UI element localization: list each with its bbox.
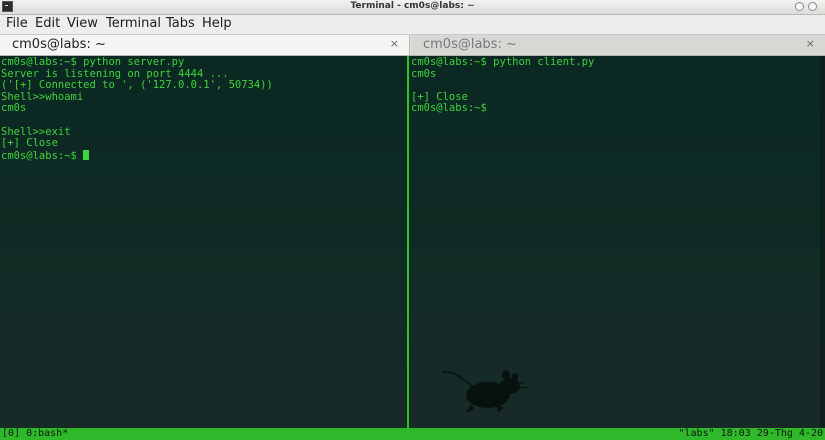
tab-label: cm0s@labs: ~ bbox=[423, 37, 517, 52]
terminal-pane-left[interactable]: cm0s@labs:~$ python server.py Server is … bbox=[0, 56, 407, 428]
xfce-mouse-logo-icon bbox=[441, 370, 528, 412]
tab-label: cm0s@labs: ~ bbox=[12, 37, 106, 52]
tabbar: cm0s@labs: ~ × cm0s@labs: ~ × bbox=[0, 35, 825, 56]
prompt-text: cm0s@labs:~$ bbox=[1, 149, 84, 162]
window-titlebar: Terminal - cm0s@labs: ~ bbox=[0, 0, 825, 15]
tab-left-terminal[interactable]: cm0s@labs: ~ × bbox=[0, 35, 410, 55]
menu-edit[interactable]: Edit bbox=[35, 16, 60, 31]
terminal-line: cm0s@labs:~$ python client.py bbox=[411, 56, 595, 68]
terminal-line: [+] Close bbox=[1, 137, 58, 150]
cursor-block bbox=[83, 149, 90, 160]
terminal-line: cm0s@labs:~$ bbox=[411, 102, 487, 115]
window-title: Terminal - cm0s@labs: ~ bbox=[350, 1, 475, 11]
close-icon[interactable]: × bbox=[390, 37, 399, 50]
status-window-list[interactable]: [0] 0:bash* bbox=[2, 428, 68, 440]
pane-divider[interactable] bbox=[407, 56, 409, 428]
terminal-line: Shell>>whoami bbox=[1, 90, 84, 103]
menubar: File Edit View Terminal Tabs Help bbox=[0, 15, 825, 35]
terminal-output-left: cm0s@labs:~$ python server.py Server is … bbox=[1, 56, 273, 162]
minimize-icon[interactable] bbox=[795, 2, 804, 11]
close-icon[interactable]: × bbox=[806, 37, 815, 50]
terminal-output-right: cm0s@labs:~$ python client.py cm0s [+] C… bbox=[411, 56, 595, 115]
menu-tabs[interactable]: Tabs bbox=[166, 16, 195, 31]
tmux-status-bar: [0] 0:bash* "labs" 18:03 29-Thg 4-20 bbox=[0, 428, 825, 440]
terminal-line: cm0s bbox=[411, 67, 437, 80]
scrollbar[interactable] bbox=[820, 56, 825, 428]
menu-terminal[interactable]: Terminal bbox=[106, 16, 161, 31]
prompt-line: cm0s@labs:~$ bbox=[1, 149, 273, 162]
menu-file[interactable]: File bbox=[6, 16, 28, 31]
status-host-clock: "labs" 18:03 29-Thg 4-20 bbox=[678, 428, 824, 439]
terminal-line: cm0s bbox=[1, 102, 27, 115]
tab-right-terminal[interactable]: cm0s@labs: ~ × bbox=[411, 35, 825, 55]
maximize-icon[interactable] bbox=[808, 2, 817, 11]
terminal-line: cm0s@labs:~$ python server.py bbox=[1, 56, 185, 68]
menu-help[interactable]: Help bbox=[202, 16, 232, 31]
menu-view[interactable]: View bbox=[67, 16, 98, 31]
